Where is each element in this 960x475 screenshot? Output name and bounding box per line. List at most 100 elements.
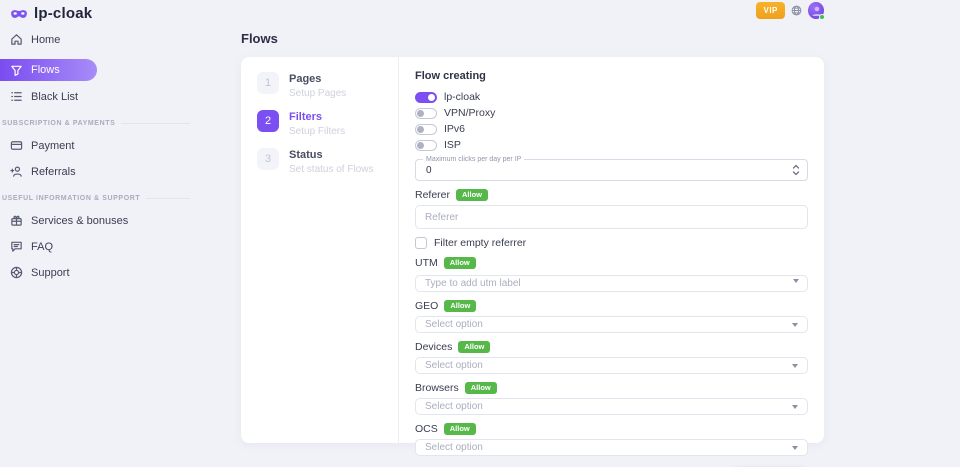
geo-label: GEO bbox=[415, 300, 438, 312]
credit-card-icon bbox=[10, 139, 23, 152]
step-number: 2 bbox=[257, 110, 279, 132]
sidebar-item-services-bonuses[interactable]: Services & bonuses bbox=[10, 214, 200, 227]
filter-empty-referrer-checkbox[interactable] bbox=[415, 237, 427, 249]
flows-filter-icon bbox=[10, 64, 23, 77]
select-placeholder: Select option bbox=[425, 401, 483, 412]
step-filters[interactable]: 2 Filters Setup Filters bbox=[257, 110, 398, 137]
toggle-label: lp-cloak bbox=[444, 91, 480, 103]
select-placeholder: Select option bbox=[425, 360, 483, 371]
user-plus-icon bbox=[10, 165, 23, 178]
sidebar-item-referrals[interactable]: Referrals bbox=[10, 165, 200, 178]
geo-allow-badge[interactable]: Allow bbox=[444, 300, 476, 312]
step-subtitle: Setup Pages bbox=[289, 88, 346, 99]
geo-select[interactable]: Select option bbox=[415, 316, 808, 333]
utm-allow-badge[interactable]: Allow bbox=[444, 257, 476, 269]
devices-label: Devices bbox=[415, 341, 452, 353]
list-icon bbox=[10, 90, 23, 103]
brand-name: lp-cloak bbox=[34, 5, 92, 22]
page-title: Flows bbox=[241, 31, 278, 46]
toggle-row-lp-cloak[interactable]: lp-cloak bbox=[415, 91, 808, 103]
sidebar-item-faq[interactable]: FAQ bbox=[10, 240, 200, 253]
home-icon bbox=[10, 33, 23, 46]
user-avatar[interactable] bbox=[808, 2, 824, 19]
ocs-allow-badge[interactable]: Allow bbox=[444, 423, 476, 435]
select-placeholder: Select option bbox=[425, 442, 483, 453]
referer-label: Referer bbox=[415, 189, 450, 201]
toggle-label: ISP bbox=[444, 139, 461, 151]
sidebar-item-label: Payment bbox=[31, 140, 74, 152]
flow-creating-card: 1 Pages Setup Pages 2 Filters Setup Filt… bbox=[241, 57, 824, 443]
step-title: Status bbox=[289, 148, 373, 161]
language-globe-icon[interactable] bbox=[791, 5, 802, 16]
referer-input[interactable] bbox=[415, 205, 808, 229]
form-heading: Flow creating bbox=[415, 70, 808, 82]
sidebar-item-label: FAQ bbox=[31, 241, 53, 253]
devices-select[interactable]: Select option bbox=[415, 357, 808, 374]
browsers-label: Browsers bbox=[415, 382, 459, 394]
sidebar-section-subscription: SUBSCRIPTION & PAYMENTS bbox=[2, 120, 190, 127]
utm-label-row: UTM Allow bbox=[415, 257, 808, 269]
number-stepper-icon[interactable] bbox=[789, 164, 803, 176]
geo-label-row: GEO Allow bbox=[415, 300, 808, 312]
toggle-label: IPv6 bbox=[444, 123, 465, 135]
step-number: 1 bbox=[257, 72, 279, 94]
step-status[interactable]: 3 Status Set status of Flows bbox=[257, 148, 398, 175]
sidebar-item-label: Home bbox=[31, 34, 60, 46]
checkbox-label: Filter empty referrer bbox=[434, 237, 526, 249]
referer-allow-badge[interactable]: Allow bbox=[456, 189, 488, 201]
referer-label-row: Referer Allow bbox=[415, 189, 808, 201]
vip-button[interactable]: VIP bbox=[756, 2, 785, 19]
sidebar-item-label: Flows bbox=[31, 64, 60, 76]
step-subtitle: Setup Filters bbox=[289, 126, 345, 137]
toggle-row-isp[interactable]: ISP bbox=[415, 139, 808, 151]
max-clicks-input[interactable] bbox=[416, 165, 789, 176]
sidebar-item-payment[interactable]: Payment bbox=[10, 139, 200, 152]
online-status-dot bbox=[819, 14, 825, 20]
browsers-allow-badge[interactable]: Allow bbox=[465, 382, 497, 394]
toggle-row-ipv6[interactable]: IPv6 bbox=[415, 123, 808, 135]
sidebar: Home Flows Black List SUBSCRIPTION & PAY… bbox=[0, 33, 200, 292]
lp-cloak-toggle[interactable] bbox=[415, 92, 437, 103]
sidebar-item-label: Black List bbox=[31, 91, 78, 103]
devices-label-row: Devices Allow bbox=[415, 341, 808, 353]
mask-icon bbox=[10, 8, 28, 20]
step-title: Filters bbox=[289, 110, 345, 123]
ocs-select[interactable]: Select option bbox=[415, 439, 808, 456]
browsers-label-row: Browsers Allow bbox=[415, 382, 808, 394]
select-placeholder: Select option bbox=[425, 319, 483, 330]
browsers-select[interactable]: Select option bbox=[415, 398, 808, 415]
step-title: Pages bbox=[289, 72, 346, 85]
sidebar-item-support[interactable]: Support bbox=[10, 266, 200, 279]
filter-empty-referrer-row[interactable]: Filter empty referrer bbox=[415, 237, 808, 249]
sidebar-item-label: Support bbox=[31, 267, 70, 279]
life-buoy-icon bbox=[10, 266, 23, 279]
sidebar-item-black-list[interactable]: Black List bbox=[10, 90, 200, 103]
sidebar-item-label: Services & bonuses bbox=[31, 215, 128, 227]
steps-panel: 1 Pages Setup Pages 2 Filters Setup Filt… bbox=[241, 57, 399, 443]
sidebar-item-home[interactable]: Home bbox=[10, 33, 200, 46]
gift-icon bbox=[10, 214, 23, 227]
max-clicks-label: Maximum clicks per day per IP bbox=[423, 156, 524, 163]
utm-label: UTM bbox=[415, 257, 438, 269]
toggle-label: VPN/Proxy bbox=[444, 107, 495, 119]
toggle-row-vpn-proxy[interactable]: VPN/Proxy bbox=[415, 107, 808, 119]
header-actions: VIP bbox=[756, 2, 824, 19]
vpn-proxy-toggle[interactable] bbox=[415, 108, 437, 119]
sidebar-item-flows[interactable]: Flows bbox=[0, 59, 97, 81]
ocs-label: OCS bbox=[415, 423, 438, 435]
sidebar-section-useful: USEFUL INFORMATION & SUPPORT bbox=[2, 195, 190, 202]
chat-icon bbox=[10, 240, 23, 253]
max-clicks-field: Maximum clicks per day per IP bbox=[415, 159, 808, 181]
devices-allow-badge[interactable]: Allow bbox=[458, 341, 490, 353]
step-pages[interactable]: 1 Pages Setup Pages bbox=[257, 72, 398, 99]
page-bottom-strip bbox=[0, 467, 960, 475]
isp-toggle[interactable] bbox=[415, 140, 437, 151]
ipv6-toggle[interactable] bbox=[415, 124, 437, 135]
utm-combo bbox=[415, 273, 808, 292]
utm-input[interactable] bbox=[415, 275, 808, 292]
ocs-label-row: OCS Allow bbox=[415, 423, 808, 435]
step-number: 3 bbox=[257, 148, 279, 170]
filters-form: Flow creating lp-cloak VPN/Proxy IPv6 IS… bbox=[399, 57, 824, 443]
brand-logo: lp-cloak bbox=[10, 5, 92, 22]
step-subtitle: Set status of Flows bbox=[289, 164, 373, 175]
